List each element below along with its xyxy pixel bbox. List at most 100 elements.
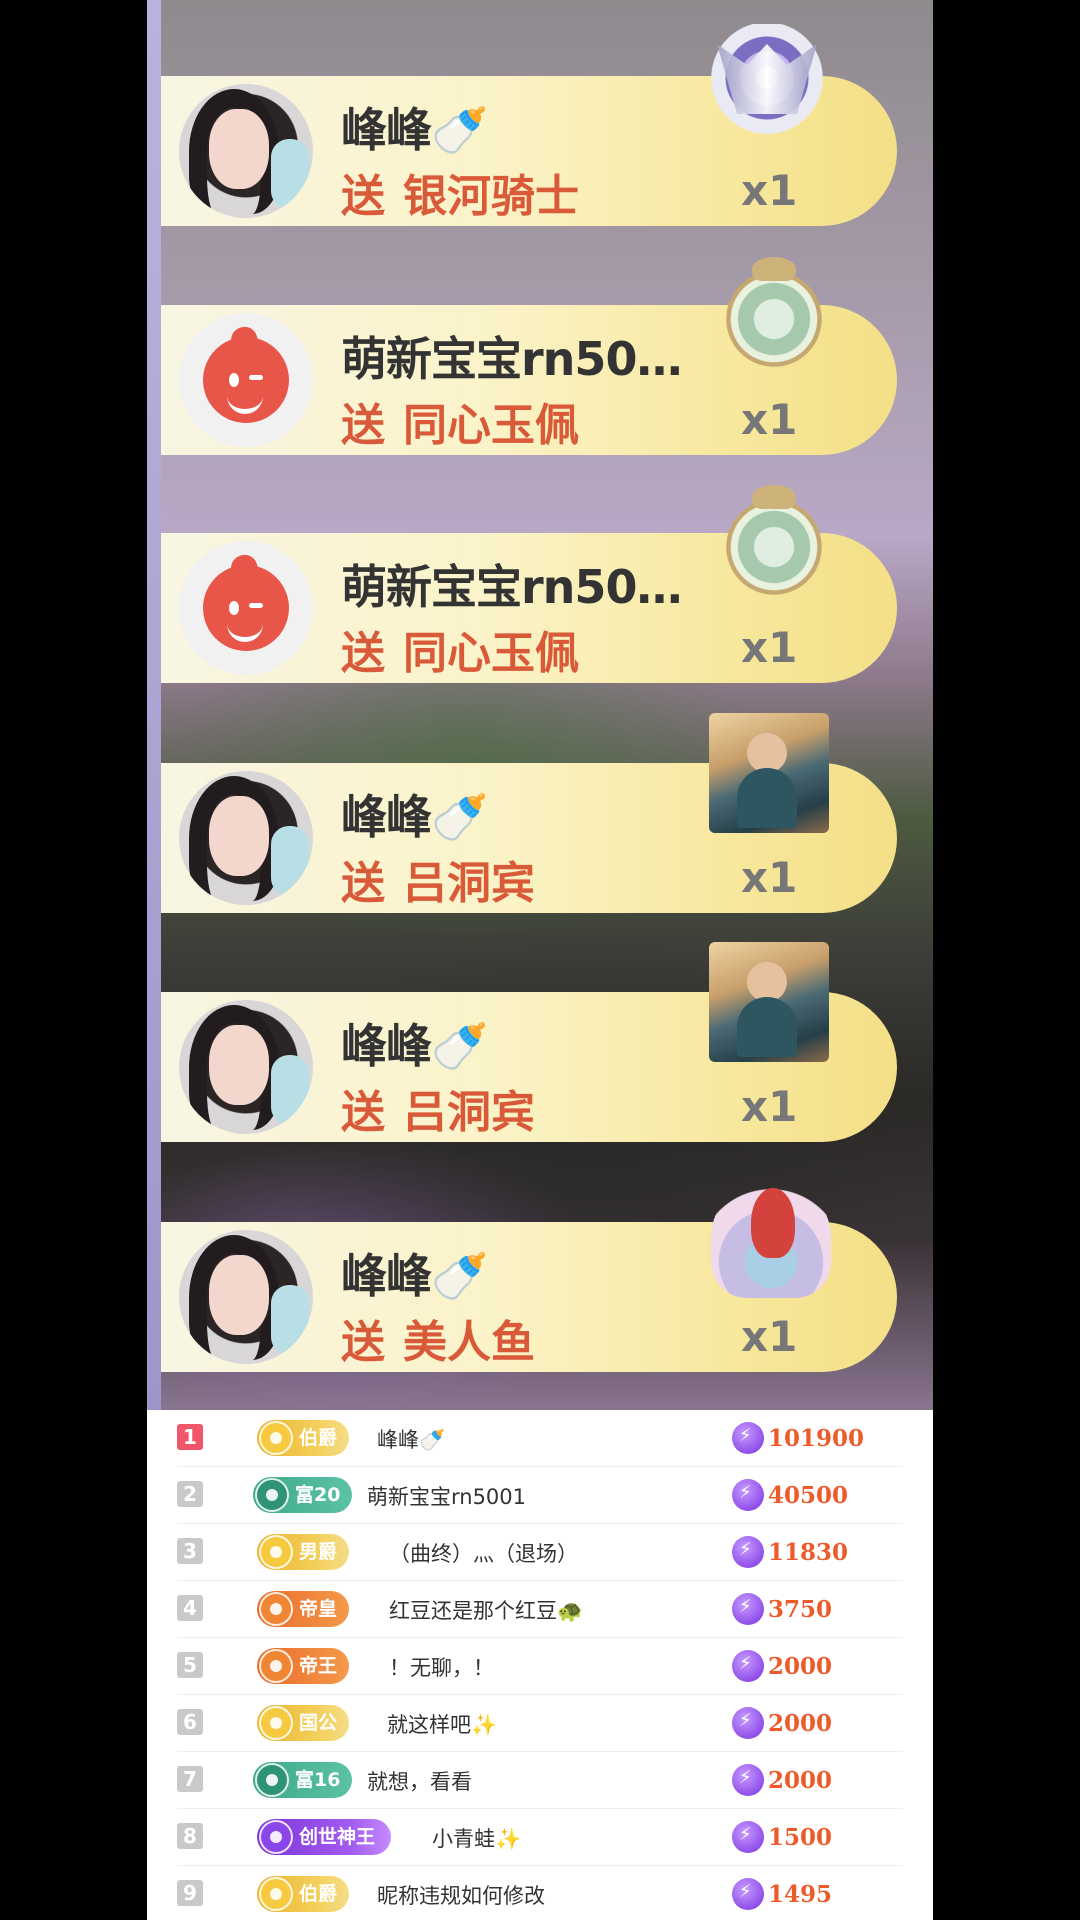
lightning-icon (732, 1593, 764, 1625)
rank-number: 6 (177, 1709, 203, 1735)
sender-avatar[interactable] (179, 313, 313, 447)
triangle-icon (255, 1478, 289, 1512)
crown-icon (259, 1877, 293, 1911)
contribution-ranking-list: 1 伯爵 峰峰🍼 101900 2 富20 萌新宝宝rn5001 40500 3… (147, 1410, 933, 1920)
ranking-row[interactable]: 6 国公 就这样吧✨ 2000 (177, 1695, 903, 1752)
gift-message-card: 萌新宝宝rn50… 送同心玉佩 x1 (161, 253, 897, 455)
ranking-row[interactable]: 7 富16 就想，看看 2000 (177, 1752, 903, 1809)
sender-name: 萌新宝宝rn50… (341, 560, 682, 614)
viewer-name: 就这样吧✨ (387, 1713, 498, 1737)
gift-name: 同心玉佩 (403, 400, 579, 451)
score-value: 2000 (768, 1653, 833, 1680)
lightning-icon (732, 1650, 764, 1682)
rank-number: 4 (177, 1595, 203, 1621)
gift-description: 送同心玉佩 (341, 617, 579, 681)
gift-count: x1 (741, 166, 798, 215)
sender-avatar[interactable] (179, 771, 313, 905)
gift-message-card: 萌新宝宝rn50… 送同心玉佩 x1 (161, 481, 897, 683)
sender-name: 峰峰🍼 (341, 1249, 488, 1303)
sender-avatar[interactable] (179, 84, 313, 218)
lightning-icon (732, 1536, 764, 1568)
lightning-icon (732, 1878, 764, 1910)
gift-message-card: 峰峰🍼 送美人鱼 x1 (161, 1178, 897, 1372)
viewer-name: （曲终）灬（退场） (389, 1542, 578, 1566)
gift-message-card: 峰峰🍼 送吕洞宾 x1 (161, 713, 897, 913)
gift-verb: 送 (341, 1317, 385, 1368)
lightning-icon (732, 1707, 764, 1739)
gift-verb: 送 (341, 400, 385, 451)
level-badge: 国公 (257, 1705, 350, 1741)
sender-avatar[interactable] (179, 1230, 313, 1364)
sender-avatar[interactable] (179, 541, 313, 675)
level-label: 帝皇 (299, 1598, 338, 1620)
crown-icon (259, 1535, 293, 1569)
mermaid-icon (711, 1178, 831, 1298)
lightning-icon (732, 1764, 764, 1796)
gift-count: x1 (741, 395, 798, 444)
level-badge: 帝王 (257, 1648, 350, 1684)
triangle-icon (255, 1763, 289, 1797)
gift-count: x1 (741, 1082, 798, 1131)
lightning-icon (732, 1422, 764, 1454)
lightning-icon (732, 1821, 764, 1853)
ranking-row[interactable]: 8 创世神王 小青蛙✨ 1500 (177, 1809, 903, 1866)
rank-number: 7 (177, 1766, 203, 1792)
jade-pendant-icon (714, 481, 834, 601)
ranking-row[interactable]: 5 帝王 ！无聊，！ 2000 (177, 1638, 903, 1695)
gift-name: 银河骑士 (403, 171, 579, 222)
sender-name: 峰峰🍼 (341, 790, 488, 844)
rank-number: 2 (177, 1481, 203, 1507)
level-label: 富20 (295, 1484, 341, 1506)
gift-description: 送银河骑士 (341, 160, 579, 224)
left-edge-strip (147, 0, 161, 1410)
level-badge: 帝皇 (257, 1591, 350, 1627)
gift-verb: 送 (341, 1087, 385, 1138)
gift-name: 美人鱼 (403, 1317, 535, 1368)
level-badge: 富20 (253, 1477, 353, 1513)
gift-description: 送同心玉佩 (341, 389, 579, 453)
level-label: 创世神王 (299, 1826, 376, 1848)
score-value: 1495 (768, 1881, 833, 1908)
viewer-name: 峰峰🍼 (377, 1428, 446, 1452)
gift-name: 吕洞宾 (403, 858, 535, 909)
gift-verb: 送 (341, 628, 385, 679)
level-label: 富16 (295, 1769, 341, 1791)
ranking-row[interactable]: 1 伯爵 峰峰🍼 101900 (177, 1410, 903, 1467)
score-value: 1500 (768, 1824, 833, 1851)
score-value: 11830 (768, 1539, 849, 1566)
lv-dongbin-icon (709, 942, 829, 1062)
sender-avatar[interactable] (179, 1000, 313, 1134)
ranking-row[interactable]: 2 富20 萌新宝宝rn5001 40500 (177, 1467, 903, 1524)
rank-number: 1 (177, 1424, 203, 1450)
viewer-name: 昵称违规如何修改 (377, 1884, 545, 1908)
level-badge: 富16 (253, 1762, 353, 1798)
score-value: 3750 (768, 1596, 833, 1623)
level-label: 伯爵 (299, 1883, 338, 1905)
gift-count: x1 (741, 1312, 798, 1361)
level-badge: 伯爵 (257, 1876, 350, 1912)
level-badge: 男爵 (257, 1534, 350, 1570)
gift-message-card: 峰峰🍼 送银河骑士 x1 (161, 24, 897, 226)
viewer-name: ！无聊，！ (389, 1656, 494, 1680)
gift-description: 送美人鱼 (341, 1306, 535, 1370)
sender-name: 萌新宝宝rn50… (341, 332, 682, 386)
rank-number: 8 (177, 1823, 203, 1849)
viewer-name: 就想，看看 (367, 1770, 472, 1794)
gift-message-card: 峰峰🍼 送吕洞宾 x1 (161, 942, 897, 1142)
gift-description: 送吕洞宾 (341, 1076, 535, 1140)
ranking-row[interactable]: 3 男爵 （曲终）灬（退场） 11830 (177, 1524, 903, 1581)
ranking-row[interactable]: 4 帝皇 红豆还是那个红豆🐢 3750 (177, 1581, 903, 1638)
viewer-name: 红豆还是那个红豆🐢 (389, 1599, 584, 1623)
gift-name: 同心玉佩 (403, 628, 579, 679)
viewer-name: 小青蛙✨ (432, 1827, 522, 1851)
live-room-screen: 峰峰🍼 送银河骑士 x1 萌新宝宝rn50… 送同心玉佩 x1 萌新宝宝rn50… (147, 0, 933, 1920)
sender-name: 峰峰🍼 (341, 1019, 488, 1073)
gift-count: x1 (741, 853, 798, 902)
gift-verb: 送 (341, 858, 385, 909)
ranking-row[interactable]: 9 伯爵 昵称违规如何修改 1495 (177, 1866, 903, 1920)
score-value: 2000 (768, 1767, 833, 1794)
level-badge: 伯爵 (257, 1420, 350, 1456)
crown-icon (259, 1706, 293, 1740)
viewer-name: 萌新宝宝rn5001 (367, 1485, 527, 1509)
jade-pendant-icon (714, 253, 834, 373)
